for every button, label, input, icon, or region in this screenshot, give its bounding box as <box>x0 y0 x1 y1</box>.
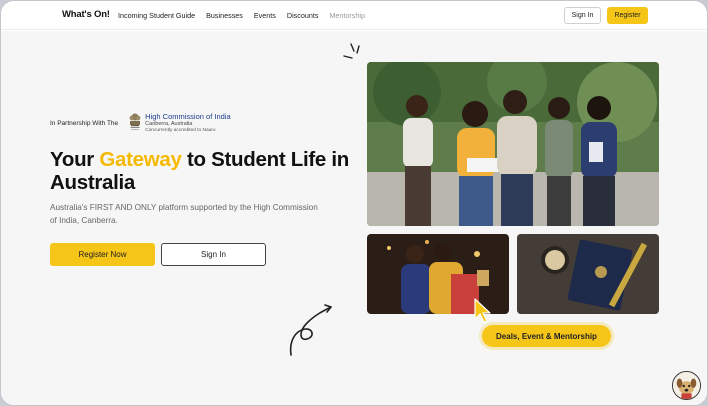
nav-link-discounts[interactable]: Discounts <box>287 11 319 20</box>
commission-text: High Commission of India Canberra, Austr… <box>145 111 231 134</box>
nav-link-events[interactable]: Events <box>254 11 276 20</box>
deals-events-mentorship-badge: Deals, Event & Mentorship <box>482 325 611 347</box>
nav-register-button[interactable]: Register <box>607 7 648 24</box>
hero-signin-button[interactable]: Sign In <box>161 243 266 266</box>
students-group-photo <box>367 62 659 226</box>
nav-signin-button[interactable]: Sign In <box>564 7 601 24</box>
top-navbar: What's On! Incoming Student Guide Busine… <box>1 1 707 30</box>
commission-location: Canberra, Australia <box>145 120 193 127</box>
hero-headline: Your Gateway to Student Life in Australi… <box>50 148 350 194</box>
partnership-prefix: In Partnership With The <box>50 119 119 127</box>
commission-accreditation: Concurrently accredited to Nauru <box>145 127 216 133</box>
partnership-banner: In Partnership With The High Commission … <box>50 112 231 134</box>
nav-links: Incoming Student Guide Businesses Events… <box>118 11 365 20</box>
nav-link-incoming-student-guide[interactable]: Incoming Student Guide <box>118 11 195 20</box>
passport-photo <box>517 234 659 314</box>
browser-frame: What's On! Incoming Student Guide Busine… <box>0 0 708 406</box>
hero-subtext: Australia's FIRST AND ONLY platform supp… <box>50 203 318 225</box>
nav-link-businesses[interactable]: Businesses <box>206 11 243 20</box>
commission-name: High Commission of India <box>145 111 231 121</box>
pointer-cursor-icon <box>474 298 491 323</box>
sparkle-lines-icon <box>343 43 360 59</box>
india-emblem-icon <box>129 113 141 130</box>
headline-before: Your <box>50 148 100 171</box>
nav-link-mentorship[interactable]: Mentorship <box>329 11 365 20</box>
curly-arrow-doodle <box>289 304 332 356</box>
register-now-button[interactable]: Register Now <box>50 243 155 266</box>
headline-accent: Gateway <box>99 148 182 171</box>
site-logo[interactable]: What's On! <box>62 9 110 20</box>
dog-avatar-icon[interactable] <box>672 371 701 400</box>
